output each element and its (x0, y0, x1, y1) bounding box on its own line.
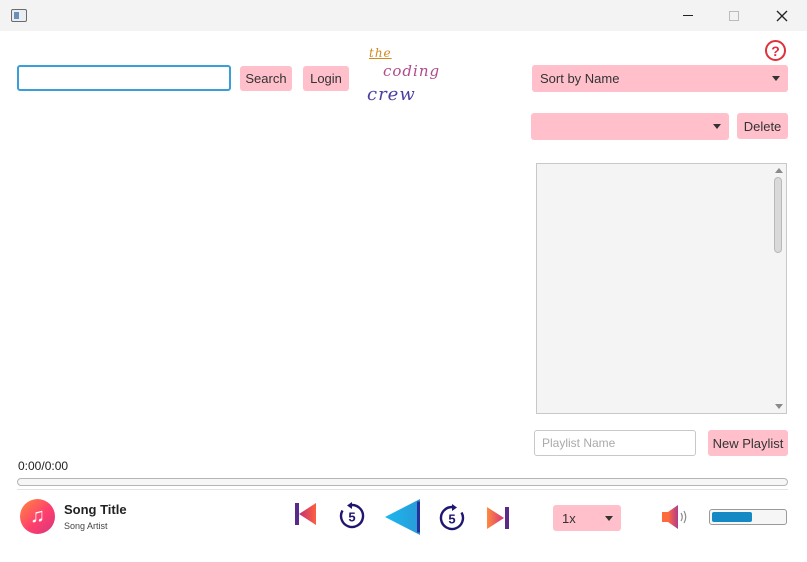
scroll-thumb[interactable] (774, 177, 782, 253)
app-window-icon (11, 9, 27, 22)
playback-time: 0:00/0:00 (18, 459, 69, 473)
chevron-down-icon (713, 124, 721, 129)
logo-line-3: crew (367, 84, 416, 105)
next-track-button[interactable] (485, 506, 511, 530)
help-icon[interactable]: ? (765, 40, 786, 61)
previous-track-button[interactable] (293, 502, 317, 526)
play-icon (385, 499, 420, 535)
sort-selected-label: Sort by Name (540, 71, 620, 86)
vertical-scrollbar[interactable] (772, 165, 785, 412)
chevron-down-icon (772, 76, 780, 81)
mute-button[interactable] (661, 504, 691, 535)
scroll-down-icon[interactable] (775, 404, 783, 409)
seek-bar[interactable] (17, 478, 788, 486)
chevron-down-icon (605, 516, 613, 521)
music-note-icon: ♫ (20, 499, 55, 534)
close-button[interactable] (757, 0, 807, 31)
search-input[interactable] (17, 65, 231, 91)
forward-5-button[interactable]: 5 (438, 504, 466, 532)
app-content: Search Login the coding crew ? Sort by N… (0, 31, 807, 562)
playback-speed-label: 1x (562, 510, 576, 526)
coding-crew-logo: the coding crew (366, 46, 440, 106)
playlist-name-input[interactable] (534, 430, 696, 456)
delete-playlist-button[interactable]: Delete (737, 113, 788, 139)
svg-text:5: 5 (448, 512, 455, 527)
minimize-button[interactable] (665, 0, 711, 31)
sort-dropdown[interactable]: Sort by Name (532, 65, 788, 92)
title-bar (0, 0, 807, 31)
scroll-up-icon[interactable] (775, 168, 783, 173)
volume-slider-fill (712, 512, 752, 522)
speaker-icon (662, 505, 687, 529)
song-title: Song Title (64, 502, 127, 517)
playback-speed-dropdown[interactable]: 1x (553, 505, 621, 531)
play-button[interactable] (382, 497, 422, 537)
playlist-song-list[interactable] (536, 163, 787, 414)
divider (17, 489, 788, 490)
maximize-button[interactable] (711, 0, 757, 31)
playlist-dropdown[interactable] (531, 113, 729, 140)
replay-5-icon: 5 (339, 502, 365, 529)
skip-previous-icon (295, 503, 316, 525)
svg-text:5: 5 (348, 510, 355, 525)
logo-line-1: the (369, 46, 392, 60)
search-button[interactable]: Search (240, 66, 292, 91)
new-playlist-button[interactable]: New Playlist (708, 430, 788, 456)
skip-next-icon (487, 507, 509, 529)
minimize-icon (683, 15, 693, 16)
volume-slider[interactable] (709, 509, 787, 525)
login-button[interactable]: Login (303, 66, 349, 91)
forward-5-icon: 5 (439, 504, 465, 531)
rewind-5-button[interactable]: 5 (338, 502, 366, 530)
maximize-icon (729, 10, 739, 21)
close-icon (776, 10, 788, 21)
logo-line-2: coding (383, 62, 441, 80)
song-artist: Song Artist (64, 521, 108, 531)
